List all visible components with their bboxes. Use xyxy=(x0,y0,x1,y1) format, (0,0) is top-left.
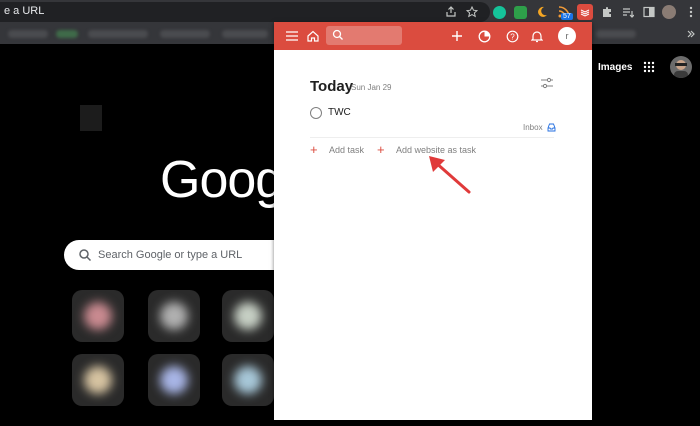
shortcut-tile[interactable] xyxy=(148,290,200,342)
google-logo: Goog xyxy=(160,151,284,209)
home-icon[interactable] xyxy=(305,28,321,44)
view-title: Today xyxy=(310,78,354,95)
quick-find-input[interactable] xyxy=(326,26,402,45)
profile-avatar-icon[interactable] xyxy=(661,4,677,20)
images-link[interactable]: Images xyxy=(598,62,632,73)
shortcut-tile[interactable] xyxy=(72,290,124,342)
task-title[interactable]: TWC xyxy=(328,107,351,118)
quick-add-plus-icon[interactable] xyxy=(449,28,465,44)
shortcut-tile[interactable] xyxy=(72,354,124,406)
extension-green-icon[interactable] xyxy=(512,4,528,20)
add-task-label: Add task xyxy=(329,145,365,155)
extension-badge: 57 xyxy=(561,13,573,20)
productivity-icon[interactable] xyxy=(476,28,492,44)
search-placeholder: Search Google or type a URL xyxy=(98,249,243,261)
google-search-box[interactable]: Search Google or type a URL xyxy=(64,240,304,270)
bookmark-item[interactable] xyxy=(56,30,78,38)
inbox-icon xyxy=(547,123,556,132)
plus-icon: + xyxy=(377,142,385,157)
svg-text:?: ? xyxy=(510,32,515,41)
bookmark-star-icon[interactable] xyxy=(464,4,480,20)
browser-toolbar: e a URL 57 xyxy=(0,0,700,24)
bookmark-item[interactable] xyxy=(8,30,48,38)
todoist-header: ? r xyxy=(274,22,592,50)
screen: e a URL 57 Goog Search Google or type a … xyxy=(0,0,700,426)
task-complete-checkbox[interactable] xyxy=(310,107,322,119)
shortcut-tile[interactable] xyxy=(222,290,274,342)
bookmark-item[interactable] xyxy=(160,30,210,38)
todoist-extension-icon[interactable] xyxy=(577,4,593,20)
reading-list-icon[interactable] xyxy=(620,4,636,20)
extensions-puzzle-icon[interactable] xyxy=(599,4,615,20)
todoist-popup: ? r Today Sun Jan 29 TWC Inbox + Add tas… xyxy=(274,22,592,420)
google-apps-icon[interactable] xyxy=(643,61,655,73)
menu-icon[interactable] xyxy=(284,28,300,44)
search-icon xyxy=(79,249,92,262)
bookmarks-overflow-icon[interactable] xyxy=(683,26,699,42)
account-avatar[interactable] xyxy=(670,56,692,78)
view-options-icon[interactable] xyxy=(540,76,554,90)
bookmark-item[interactable] xyxy=(88,30,148,38)
annotation-arrow-icon xyxy=(429,156,471,194)
plus-icon: + xyxy=(310,142,318,157)
share-icon[interactable] xyxy=(443,4,459,20)
shortcut-tile[interactable] xyxy=(148,354,200,406)
side-panel-icon[interactable] xyxy=(641,4,657,20)
grammarly-extension-icon[interactable] xyxy=(491,4,507,20)
chrome-menu-icon[interactable] xyxy=(683,4,699,20)
user-avatar[interactable]: r xyxy=(558,27,576,45)
bookmark-item[interactable] xyxy=(222,30,268,38)
task-project-label[interactable]: Inbox xyxy=(523,123,543,132)
address-bar-text: e a URL xyxy=(4,5,45,17)
task-divider xyxy=(310,137,554,138)
address-bar[interactable]: e a URL xyxy=(0,2,490,22)
shortcut-tile[interactable] xyxy=(222,354,274,406)
add-task-button[interactable]: + Add task xyxy=(310,143,364,157)
extension-moon-icon[interactable] xyxy=(534,4,550,20)
help-icon[interactable]: ? xyxy=(504,28,520,44)
rss-extension-icon[interactable]: 57 xyxy=(556,4,573,20)
bookmark-item[interactable] xyxy=(596,30,636,38)
search-icon xyxy=(332,29,343,40)
notifications-bell-icon[interactable] xyxy=(529,28,545,44)
view-date: Sun Jan 29 xyxy=(351,83,392,92)
dark-tile xyxy=(80,105,102,131)
